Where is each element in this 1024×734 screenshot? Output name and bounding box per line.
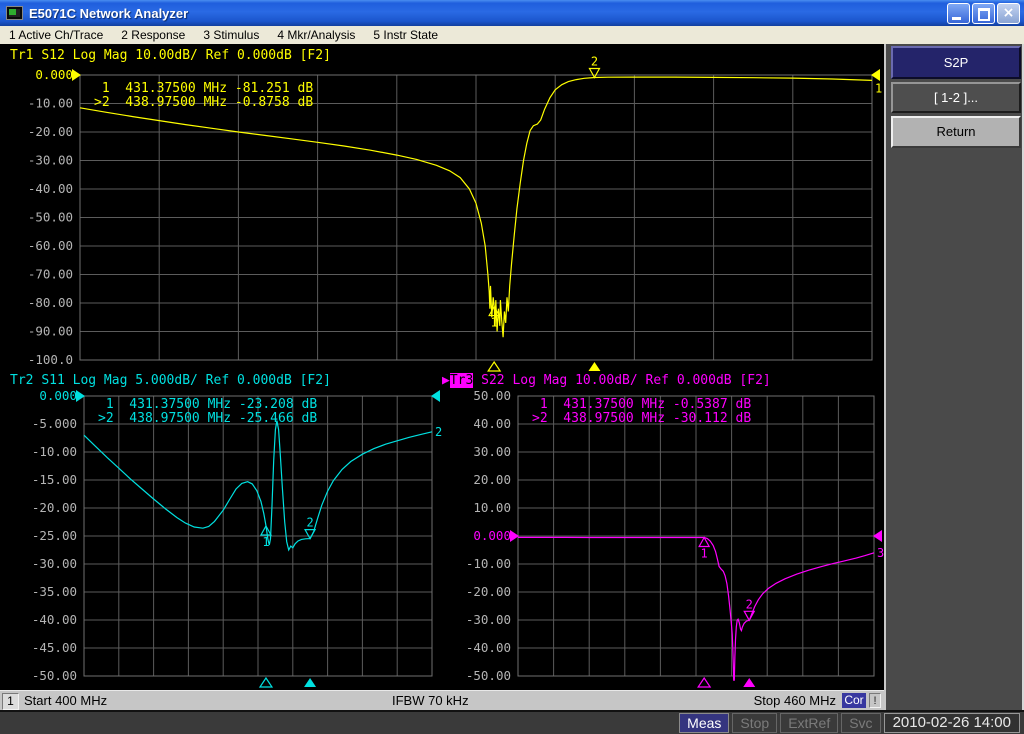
trace2-name[interactable]: Tr2 — [10, 373, 33, 388]
svg-text:20.00: 20.00 — [473, 472, 511, 487]
svg-text:-10.00: -10.00 — [28, 96, 73, 111]
svg-text:-20.00: -20.00 — [466, 584, 511, 599]
window-title: E5071C Network Analyzer — [29, 6, 188, 21]
svg-text:-10.00: -10.00 — [32, 444, 77, 459]
svg-text:-35.00: -35.00 — [32, 584, 77, 599]
svg-text:50.00: 50.00 — [473, 388, 511, 403]
ifbw-label: IFBW 70 kHz — [392, 693, 469, 708]
trace2-param: S11 — [41, 373, 64, 388]
svg-text:-40.00: -40.00 — [466, 640, 511, 655]
svg-text:-50.00: -50.00 — [466, 668, 511, 683]
svg-text:40.00: 40.00 — [473, 416, 511, 431]
trace2-marker-readout: 1 431.37500 MHz -23.208 dB>2 438.97500 M… — [98, 398, 317, 425]
marker-row: >2 438.97500 MHz -0.8758 dB — [94, 96, 313, 110]
extref-status-badge: ExtRef — [780, 713, 838, 733]
svg-text:-90.00: -90.00 — [28, 324, 73, 339]
svg-text:2: 2 — [306, 516, 313, 530]
svg-text:-10.00: -10.00 — [466, 556, 511, 571]
svg-text:-50.00: -50.00 — [32, 668, 77, 683]
svg-text:-25.00: -25.00 — [32, 528, 77, 543]
svg-text:1: 1 — [701, 547, 708, 561]
svg-text:-40.00: -40.00 — [28, 181, 73, 196]
datetime-label: 2010-02-26 14:00 — [884, 713, 1020, 733]
marker-row: 1 431.37500 MHz -23.208 dB — [98, 398, 317, 412]
svg-text:30.00: 30.00 — [473, 444, 511, 459]
svg-text:-30.00: -30.00 — [32, 556, 77, 571]
marker-row: 1 431.37500 MHz -0.5387 dB — [532, 398, 751, 412]
softkey-sidebar: S2P [ 1-2 ]... Return — [884, 44, 1024, 710]
correction-badge: Cor — [842, 693, 866, 708]
trace1-param: S12 — [41, 48, 64, 63]
svg-text:1: 1 — [491, 316, 498, 330]
softkey-s2p[interactable]: S2P — [891, 46, 1021, 79]
trace3-header: ▶Tr3 S22 Log Mag 10.00dB/ Ref 0.000dB [F… — [442, 373, 771, 388]
channel-number-badge: 1 — [2, 693, 19, 710]
meas-status-badge: Meas — [679, 713, 729, 733]
s12-chart: ▶Tr1 S12 Log Mag 10.00dB/ Ref 0.000dB [F… — [0, 44, 884, 372]
svg-text:-80.00: -80.00 — [28, 295, 73, 310]
svg-text:2: 2 — [746, 597, 753, 611]
svg-text:-40.00: -40.00 — [32, 612, 77, 627]
svg-text:-70.00: -70.00 — [28, 267, 73, 282]
menu-instr-state[interactable]: 5 Instr State — [364, 28, 447, 42]
app-window: E5071C Network Analyzer × 1 Active Ch/Tr… — [0, 0, 1024, 734]
menu-bar: 1 Active Ch/Trace 2 Response 3 Stimulus … — [0, 26, 1024, 45]
svg-text:-20.00: -20.00 — [32, 500, 77, 515]
svg-text:-45.00: -45.00 — [32, 640, 77, 655]
svg-text:1: 1 — [875, 81, 882, 95]
svg-text:-5.000: -5.000 — [32, 416, 77, 431]
minimize-icon — [952, 17, 961, 20]
svg-text:-30.00: -30.00 — [28, 153, 73, 168]
marker-row: >2 438.97500 MHz -25.466 dB — [98, 412, 317, 426]
svg-text:1: 1 — [262, 535, 269, 549]
trace2-scale-label: Log Mag 5.000dB/ Ref 0.000dB [F2] — [73, 373, 331, 388]
title-bar[interactable]: E5071C Network Analyzer × — [0, 0, 1024, 26]
svg-text:0.000: 0.000 — [35, 67, 73, 82]
svg-text:2: 2 — [591, 54, 598, 68]
svg-text:0.000: 0.000 — [39, 388, 77, 403]
s11-chart: ▶Tr2 S11 Log Mag 5.000dB/ Ref 0.000dB [F… — [0, 372, 444, 690]
marker-row: >2 438.97500 MHz -30.112 dB — [532, 412, 751, 426]
close-button[interactable]: × — [997, 3, 1020, 24]
trace1-name[interactable]: Tr1 — [10, 48, 33, 63]
svg-text:-60.00: -60.00 — [28, 238, 73, 253]
svc-status-badge: Svc — [841, 713, 880, 733]
menu-stimulus[interactable]: 3 Stimulus — [194, 28, 268, 42]
svg-text:10.00: 10.00 — [473, 500, 511, 515]
svg-text:0.000: 0.000 — [473, 528, 511, 543]
restore-icon — [978, 8, 990, 21]
svg-text:-20.00: -20.00 — [28, 124, 73, 139]
alert-badge: ! — [869, 693, 881, 708]
trace1-marker-readout: 1 431.37500 MHz -81.251 dB>2 438.97500 M… — [94, 82, 313, 109]
trace1-header: ▶Tr1 S12 Log Mag 10.00dB/ Ref 0.000dB [F… — [10, 48, 331, 63]
instrument-status-bar: Meas Stop ExtRef Svc 2010-02-26 14:00 — [0, 710, 1024, 734]
marker-row: 1 431.37500 MHz -81.251 dB — [94, 82, 313, 96]
svg-text:-100.0: -100.0 — [28, 352, 73, 367]
stop-status-badge: Stop — [732, 713, 777, 733]
menu-response[interactable]: 2 Response — [112, 28, 194, 42]
trace3-marker-readout: 1 431.37500 MHz -0.5387 dB>2 438.97500 M… — [532, 398, 751, 425]
restore-button[interactable] — [972, 3, 995, 24]
start-frequency-label: Start 400 MHz — [24, 693, 107, 708]
close-icon: × — [998, 4, 1019, 23]
app-icon — [6, 6, 23, 20]
trace2-header: ▶Tr2 S11 Log Mag 5.000dB/ Ref 0.000dB [F… — [10, 373, 331, 388]
softkey-return[interactable]: Return — [891, 116, 1021, 148]
menu-mkr-analysis[interactable]: 4 Mkr/Analysis — [268, 28, 364, 42]
trace3-scale-label: Log Mag 10.00dB/ Ref 0.000dB [F2] — [512, 373, 770, 388]
svg-text:3: 3 — [877, 546, 884, 560]
active-trace-arrow-icon: ▶ — [442, 373, 450, 388]
menu-active-ch-trace[interactable]: 1 Active Ch/Trace — [0, 28, 112, 42]
trace3-name[interactable]: Tr3 — [450, 373, 473, 388]
minimize-button[interactable] — [947, 3, 970, 24]
svg-text:-50.00: -50.00 — [28, 210, 73, 225]
s22-chart: ▶Tr3 S22 Log Mag 10.00dB/ Ref 0.000dB [F… — [440, 372, 884, 690]
softkey-ports-1-2[interactable]: [ 1-2 ]... — [891, 82, 1021, 113]
stop-frequency-label: Stop 460 MHz — [754, 693, 836, 708]
trace3-param: S22 — [481, 373, 504, 388]
svg-text:-30.00: -30.00 — [466, 612, 511, 627]
svg-text:-15.00: -15.00 — [32, 472, 77, 487]
trace1-scale-label: Log Mag 10.00dB/ Ref 0.000dB [F2] — [73, 48, 331, 63]
status-bar: 1 Start 400 MHz IFBW 70 kHz Stop 460 MHz… — [0, 690, 884, 711]
